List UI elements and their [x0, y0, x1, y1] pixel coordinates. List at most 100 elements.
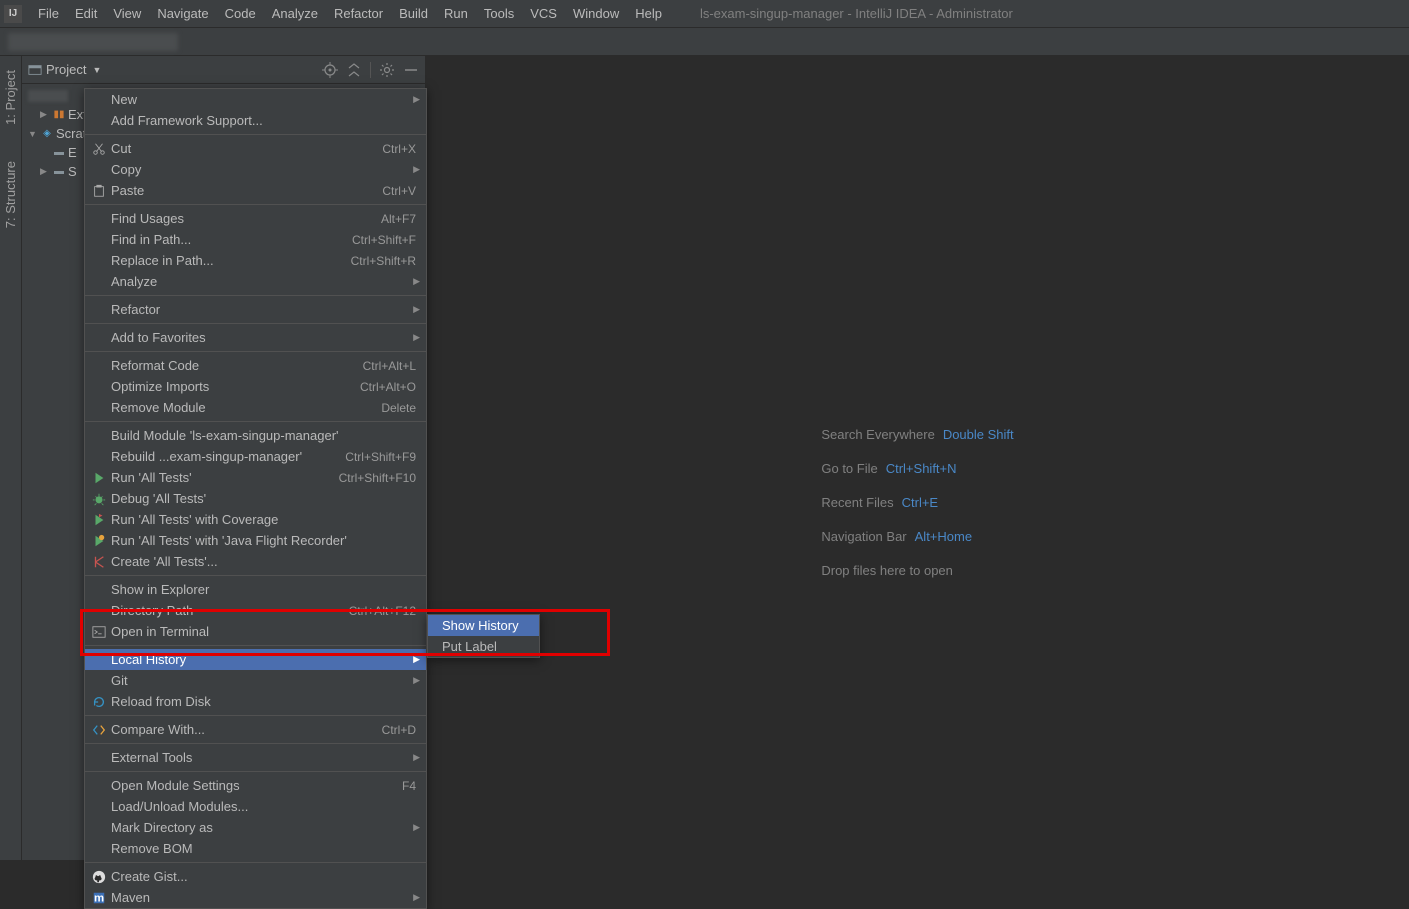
ctx-directory-path[interactable]: Directory PathCtrl+Alt+F12	[85, 600, 426, 621]
ctx-run-all-tests-with-coverage[interactable]: Run 'All Tests' with Coverage	[85, 509, 426, 530]
ctx-debug-all-tests[interactable]: Debug 'All Tests'	[85, 488, 426, 509]
menu-code[interactable]: Code	[217, 2, 264, 25]
submenu-show-history[interactable]: Show History	[428, 615, 539, 636]
folder-icon: ▬	[52, 146, 66, 160]
submenu-put-label[interactable]: Put Label	[428, 636, 539, 657]
panel-header: Project ▼	[22, 56, 425, 84]
menu-window[interactable]: Window	[565, 2, 627, 25]
maven-icon: m	[89, 891, 109, 905]
svg-text:m: m	[94, 892, 104, 904]
ctx-create-all-tests[interactable]: Create 'All Tests'...	[85, 551, 426, 572]
ctx-remove-module[interactable]: Remove ModuleDelete	[85, 397, 426, 418]
submenu-arrow-icon: ▶	[413, 752, 420, 763]
gutter-tab-project[interactable]: 1: Project	[0, 62, 21, 133]
ctx-analyze[interactable]: Analyze▶	[85, 271, 426, 292]
gear-icon[interactable]	[379, 62, 395, 78]
ctx-build-module-ls-exam-singup-manager[interactable]: Build Module 'ls-exam-singup-manager'	[85, 425, 426, 446]
ctx-git[interactable]: Git▶	[85, 670, 426, 691]
left-gutter: 1: Project 7: Structure	[0, 56, 22, 860]
ctx-remove-bom[interactable]: Remove BOM	[85, 838, 426, 859]
toolbar-blurred	[8, 33, 178, 51]
menu-edit[interactable]: Edit	[67, 2, 105, 25]
menu-build[interactable]: Build	[391, 2, 436, 25]
toolbar	[0, 28, 1409, 56]
menu-file[interactable]: File	[30, 2, 67, 25]
editor-area: Search EverywhereDouble Shift Go to FileC…	[426, 56, 1409, 860]
ctx-replace-in-path[interactable]: Replace in Path...Ctrl+Shift+R	[85, 250, 426, 271]
ctx-local-history[interactable]: Local History▶	[85, 649, 426, 670]
folder-icon: ▬	[52, 165, 66, 179]
welcome-row: Recent FilesCtrl+E	[821, 494, 1013, 510]
welcome-row: Navigation BarAlt+Home	[821, 528, 1013, 544]
create-icon	[89, 555, 109, 569]
reload-icon	[89, 695, 109, 709]
project-icon	[28, 63, 42, 77]
ctx-create-gist[interactable]: Create Gist...	[85, 866, 426, 887]
ctx-external-tools[interactable]: External Tools▶	[85, 747, 426, 768]
menu-navigate[interactable]: Navigate	[149, 2, 216, 25]
ctx-refactor[interactable]: Refactor▶	[85, 299, 426, 320]
ctx-reformat-code[interactable]: Reformat CodeCtrl+Alt+L	[85, 355, 426, 376]
menubar: IJ FileEditViewNavigateCodeAnalyzeRefact…	[0, 0, 1409, 28]
submenu-arrow-icon: ▶	[413, 332, 420, 343]
ctx-maven[interactable]: mMaven▶	[85, 887, 426, 908]
coverage-icon	[89, 513, 109, 527]
submenu-arrow-icon: ▶	[413, 304, 420, 315]
menu-run[interactable]: Run	[436, 2, 476, 25]
window-title: ls-exam-singup-manager - IntelliJ IDEA -…	[700, 6, 1013, 21]
panel-title[interactable]: Project ▼	[28, 62, 322, 77]
ctx-show-in-explorer[interactable]: Show in Explorer	[85, 579, 426, 600]
welcome-row: Search EverywhereDouble Shift	[821, 426, 1013, 442]
gutter-tab-structure[interactable]: 7: Structure	[0, 153, 21, 236]
ctx-mark-directory-as[interactable]: Mark Directory as▶	[85, 817, 426, 838]
locate-icon[interactable]	[322, 62, 338, 78]
submenu-local-history: Show History Put Label	[427, 614, 540, 658]
ctx-add-to-favorites[interactable]: Add to Favorites▶	[85, 327, 426, 348]
ctx-load-unload-modules[interactable]: Load/Unload Modules...	[85, 796, 426, 817]
ctx-reload-from-disk[interactable]: Reload from Disk	[85, 691, 426, 712]
submenu-arrow-icon: ▶	[413, 164, 420, 175]
ctx-paste[interactable]: PasteCtrl+V	[85, 180, 426, 201]
submenu-arrow-icon: ▶	[413, 675, 420, 686]
submenu-arrow-icon: ▶	[413, 654, 420, 665]
ctx-open-in-terminal[interactable]: Open in Terminal	[85, 621, 426, 642]
minimize-icon[interactable]	[403, 62, 419, 78]
terminal-icon	[89, 625, 109, 639]
submenu-arrow-icon: ▶	[413, 276, 420, 287]
chevron-down-icon: ▼	[92, 65, 101, 75]
paste-icon	[89, 184, 109, 198]
ctx-rebuild-exam-singup-manager[interactable]: Rebuild ...exam-singup-manager'Ctrl+Shif…	[85, 446, 426, 467]
welcome-row: Go to FileCtrl+Shift+N	[821, 460, 1013, 476]
library-icon: ▮▮	[52, 108, 66, 122]
ctx-optimize-imports[interactable]: Optimize ImportsCtrl+Alt+O	[85, 376, 426, 397]
jfr-icon	[89, 534, 109, 548]
context-menu: New▶Add Framework Support... CutCtrl+XCop…	[84, 88, 427, 909]
app-logo-icon: IJ	[4, 5, 22, 23]
ctx-find-in-path[interactable]: Find in Path...Ctrl+Shift+F	[85, 229, 426, 250]
ctx-copy[interactable]: Copy▶	[85, 159, 426, 180]
ctx-find-usages[interactable]: Find UsagesAlt+F7	[85, 208, 426, 229]
menu-analyze[interactable]: Analyze	[264, 2, 326, 25]
compare-icon	[89, 723, 109, 737]
scratch-icon: ◈	[40, 127, 54, 141]
collapse-icon[interactable]	[346, 62, 362, 78]
submenu-arrow-icon: ▶	[413, 892, 420, 903]
ctx-add-framework-support[interactable]: Add Framework Support...	[85, 110, 426, 131]
ctx-open-module-settings[interactable]: Open Module SettingsF4	[85, 775, 426, 796]
welcome-row: Drop files here to open	[821, 562, 1013, 578]
menu-tools[interactable]: Tools	[476, 2, 522, 25]
ctx-new[interactable]: New▶	[85, 89, 426, 110]
menu-view[interactable]: View	[105, 2, 149, 25]
run-icon	[89, 471, 109, 485]
github-icon	[89, 870, 109, 884]
ctx-run-all-tests-with-java-flight-recorder[interactable]: Run 'All Tests' with 'Java Flight Record…	[85, 530, 426, 551]
menu-help[interactable]: Help	[627, 2, 670, 25]
menu-refactor[interactable]: Refactor	[326, 2, 391, 25]
ctx-run-all-tests[interactable]: Run 'All Tests'Ctrl+Shift+F10	[85, 467, 426, 488]
ctx-compare-with[interactable]: Compare With...Ctrl+D	[85, 719, 426, 740]
menu-vcs[interactable]: VCS	[522, 2, 565, 25]
welcome-hints: Search EverywhereDouble Shift Go to FileC…	[821, 426, 1013, 596]
ctx-cut[interactable]: CutCtrl+X	[85, 138, 426, 159]
submenu-arrow-icon: ▶	[413, 94, 420, 105]
cut-icon	[89, 142, 109, 156]
